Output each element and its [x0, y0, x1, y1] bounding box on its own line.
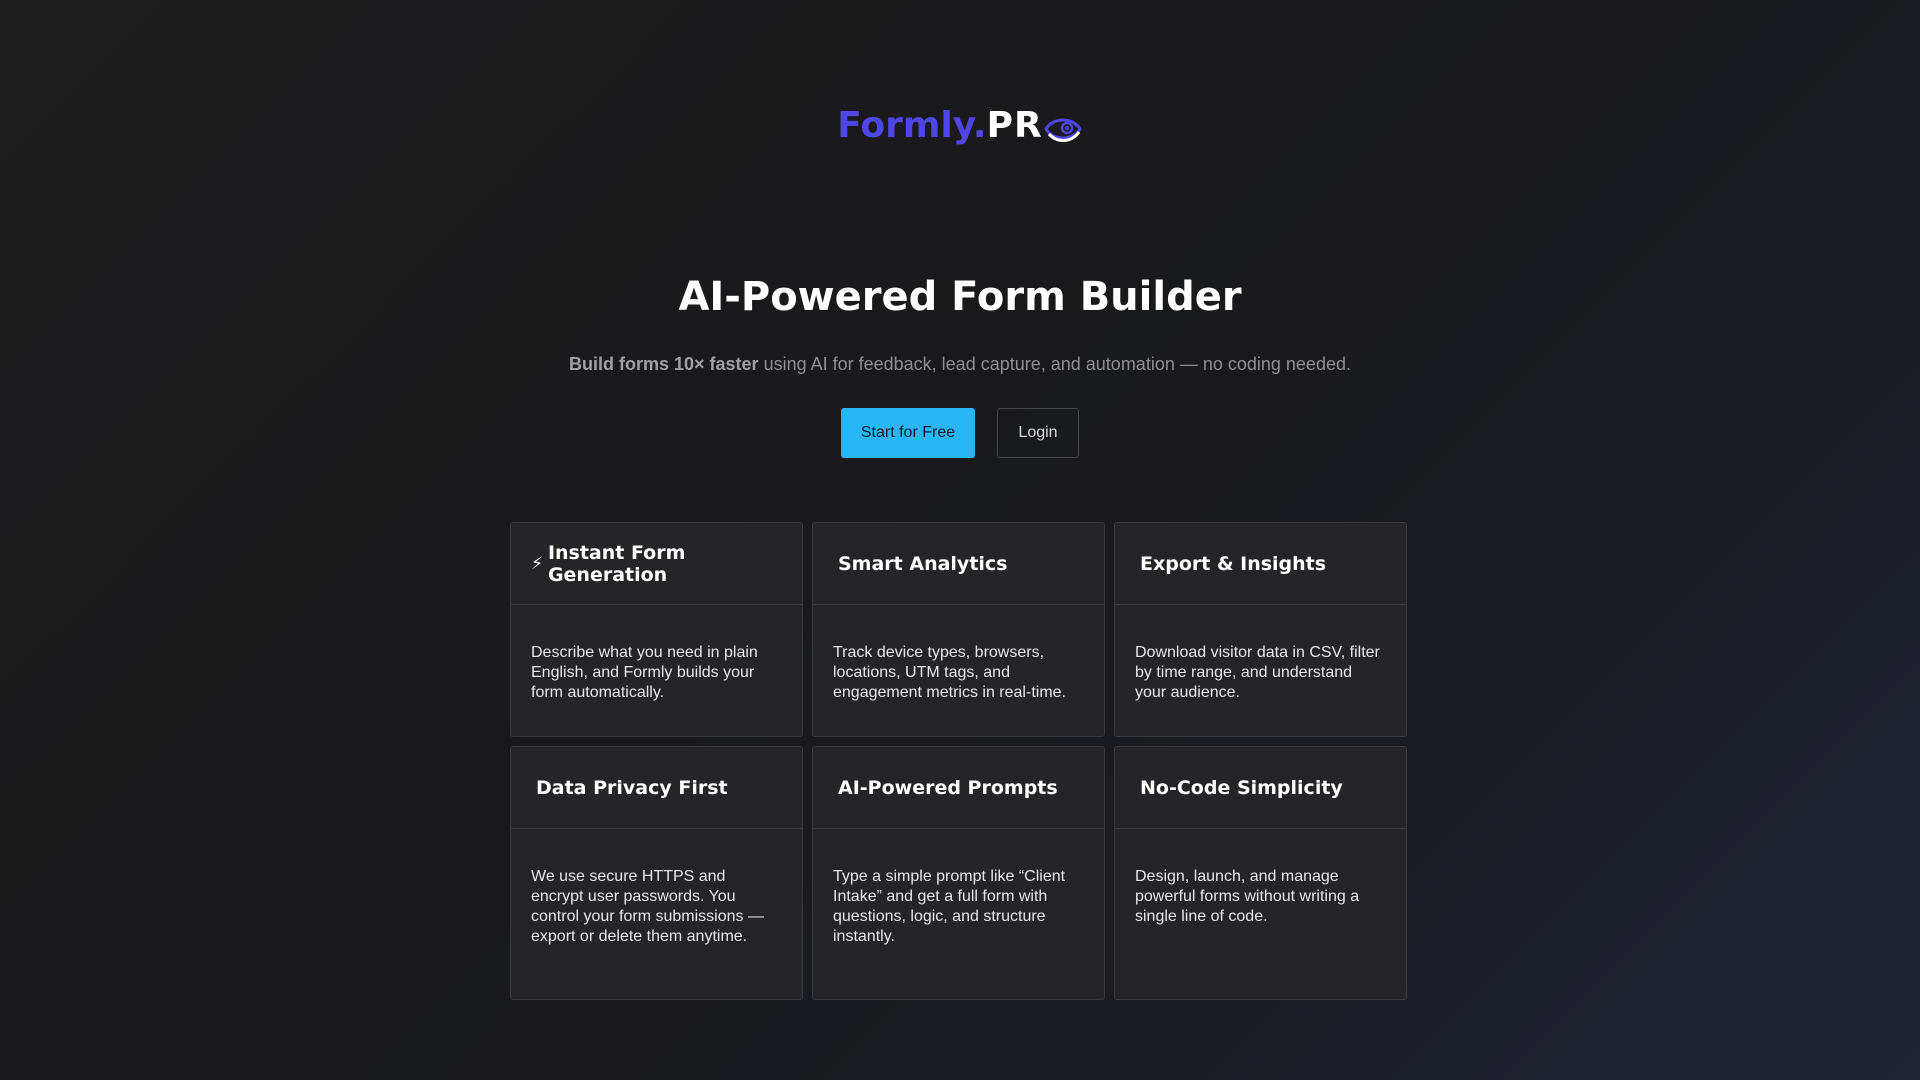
- feature-card-header: Smart Analytics: [813, 523, 1104, 605]
- feature-card-instant-form-generation: ⚡ Instant Form Generation Describe what …: [510, 522, 803, 737]
- feature-description: Download visitor data in CSV, filter by …: [1135, 644, 1380, 701]
- feature-card-header: Data Privacy First: [511, 747, 802, 829]
- feature-card-no-code-simplicity: No-Code Simplicity Design, launch, and m…: [1114, 746, 1407, 1000]
- feature-title: Smart Analytics: [838, 552, 1008, 575]
- start-for-free-button[interactable]: Start for Free: [841, 408, 975, 458]
- page-title: AI-Powered Form Builder: [0, 274, 1920, 320]
- logo-pro: PR: [987, 105, 1083, 146]
- logo[interactable]: Formly. PR: [0, 100, 1920, 150]
- feature-grid: ⚡ Instant Form Generation Describe what …: [510, 522, 1410, 1000]
- feature-card-smart-analytics: Smart Analytics Track device types, brow…: [812, 522, 1105, 737]
- page-subtitle: Build forms 10× faster using AI for feed…: [0, 354, 1920, 375]
- feature-title: No-Code Simplicity: [1140, 776, 1343, 799]
- eye-icon: [1043, 118, 1082, 142]
- feature-title: Export & Insights: [1140, 552, 1327, 575]
- cta-group: Start for Free Login: [0, 408, 1920, 458]
- feature-title: Instant Form Generation: [547, 541, 686, 586]
- feature-card-header: Export & Insights: [1115, 523, 1406, 605]
- feature-description: Track device types, browsers, locations,…: [833, 644, 1066, 701]
- page-title-text: AI-Powered Form Builder: [678, 274, 1242, 320]
- lightning-icon: ⚡: [531, 553, 543, 574]
- logo-text-pro: PR: [986, 104, 1043, 146]
- feature-title: Data Privacy First: [536, 776, 728, 799]
- login-button[interactable]: Login: [997, 408, 1079, 458]
- feature-card-export-insights: Export & Insights Download visitor data …: [1114, 522, 1407, 737]
- feature-description: We use secure HTTPS and encrypt user pas…: [531, 868, 764, 945]
- feature-card-data-privacy-first: Data Privacy First We use secure HTTPS a…: [510, 746, 803, 1000]
- feature-card-header: ⚡ Instant Form Generation: [511, 523, 802, 605]
- logo-text-formly: Formly.: [837, 104, 987, 146]
- subtitle-text: using AI for feedback, lead capture, and…: [758, 354, 1351, 374]
- feature-card-header: No-Code Simplicity: [1115, 747, 1406, 829]
- feature-card-ai-powered-prompts: AI-Powered Prompts Type a simple prompt …: [812, 746, 1105, 1000]
- feature-description: Design, launch, and manage powerful form…: [1135, 868, 1360, 925]
- feature-description: Type a simple prompt like “Client Intake…: [833, 868, 1066, 945]
- feature-card-header: AI-Powered Prompts: [813, 747, 1104, 829]
- feature-description: Describe what you need in plain English,…: [531, 644, 758, 701]
- feature-title: AI-Powered Prompts: [838, 776, 1058, 799]
- subtitle-emphasis: Build forms 10× faster: [569, 354, 759, 374]
